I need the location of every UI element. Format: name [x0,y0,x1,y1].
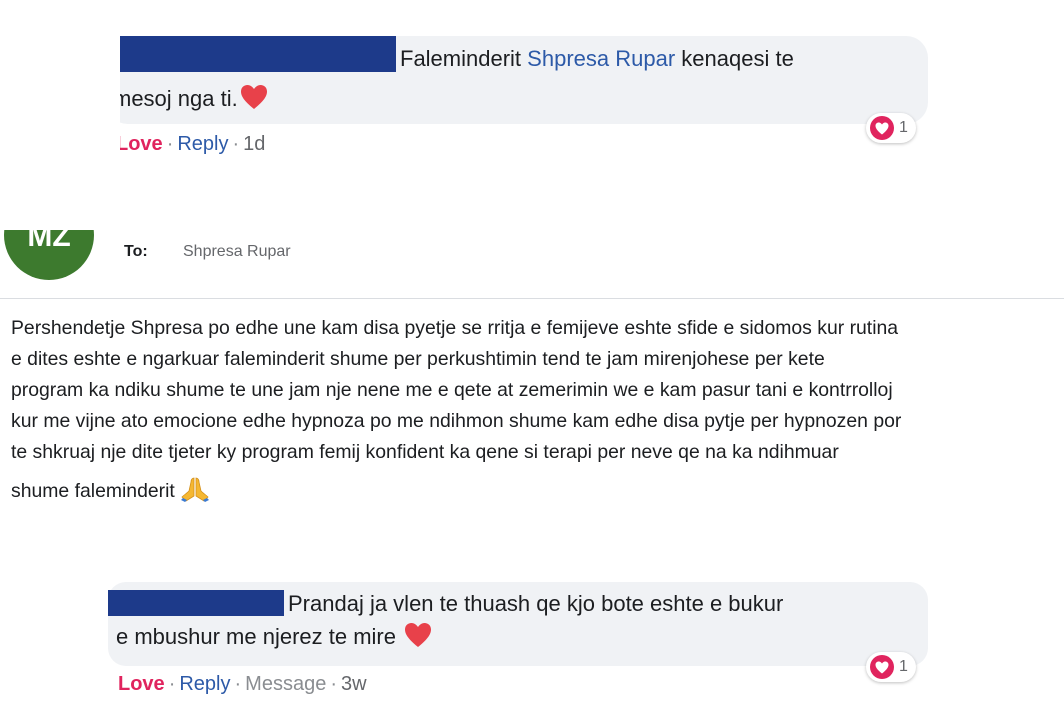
comment-2-line-1: Prandaj ja vlen te thuash qe kjo bote es… [288,587,783,621]
avatar-crop-mask [0,0,120,230]
comment-2-line-2: e mbushur me njerez te mire [116,620,432,658]
message-last-line: shume faleminderit [11,476,1061,512]
message-last-text: shume faleminderit [11,480,175,502]
recipient-name[interactable]: Shpresa Rupar [183,243,291,261]
comment-2-line-2-text: e mbushur me njerez te mire [116,624,396,649]
comment-2-line-1-text: Prandaj ja vlen te thuash qe kjo bote es… [288,591,784,616]
love-button[interactable]: Love [116,133,163,155]
message-body: Pershendetje Shpresa po edhe une kam dis… [11,313,1061,512]
reaction-count: 1 [899,658,908,675]
to-label: To: [124,243,148,260]
divider [0,298,1064,299]
timestamp[interactable]: 1d [243,133,265,155]
message-line: e dites eshte e ngarkuar faleminderit sh… [11,348,825,370]
comment-2-actions: Love · Reply · Message · 3w [118,673,367,695]
reaction-count: 1 [899,119,908,136]
message-button[interactable]: Message [245,673,326,695]
timestamp[interactable]: 3w [341,673,367,695]
pray-hands-icon [180,476,210,512]
comment-1-text-before: Faleminderit [400,46,522,71]
message-line: te shkruaj nje dite tjeter ky program fe… [11,441,839,463]
comment-1-line-1: Faleminderit Shpresa Rupar kenaqesi te [400,42,794,76]
reaction-badge-1[interactable]: 1 [866,113,916,143]
heart-icon [240,84,268,120]
comment-1-actions: Love · Reply · 1d [116,133,266,155]
love-button[interactable]: Love [118,673,165,695]
reply-button[interactable]: Reply [177,133,228,155]
message-line: Pershendetje Shpresa po edhe une kam dis… [11,317,899,339]
reply-button[interactable]: Reply [179,673,230,695]
heart-icon [870,116,894,140]
heart-icon [870,655,894,679]
comment-1-text-after: kenaqesi te [681,46,794,71]
comment-1-line-2-text: mesoj nga ti. [113,86,238,111]
reaction-badge-2[interactable]: 1 [866,652,916,682]
message-line: program ka ndiku shume te une jam nje ne… [11,379,893,401]
heart-icon [404,622,432,658]
message-line: kur me vijne ato emocione edhe hypnoza p… [11,410,902,432]
redacted-name-1 [106,36,396,72]
comment-1-line-2: mesoj nga ti. [113,82,268,120]
mention-link[interactable]: Shpresa Rupar [527,46,675,71]
redacted-name-2 [108,590,284,616]
